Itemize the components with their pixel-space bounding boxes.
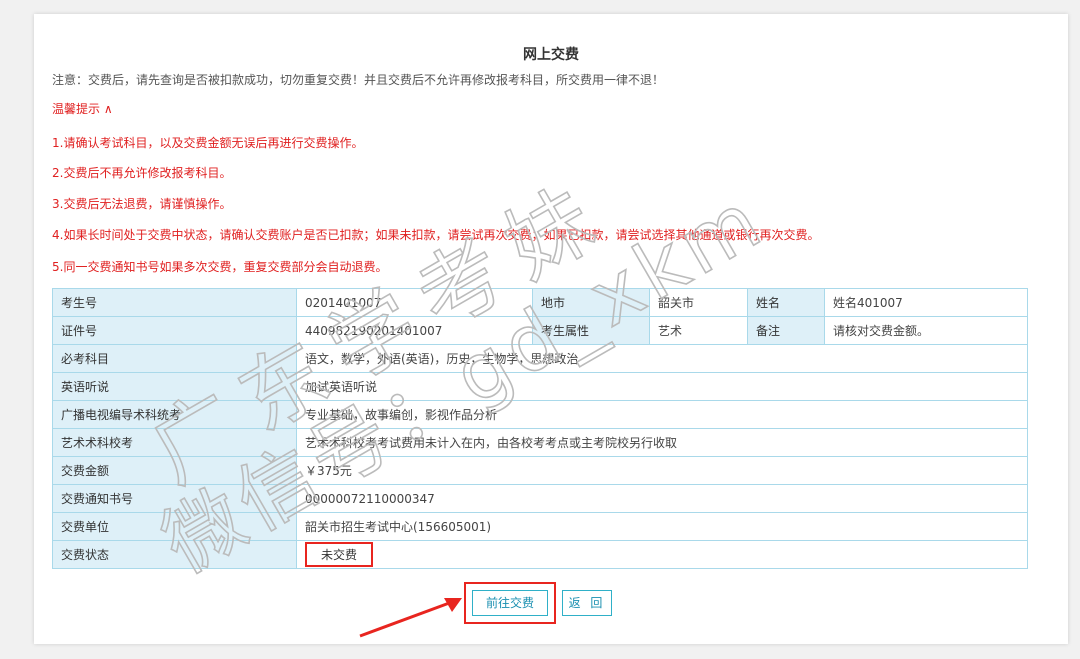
exam-no-label: 考生号 (52, 288, 297, 317)
broadcast-exam-value: 专业基础，故事编创，影视作品分析 (296, 400, 1028, 429)
payment-status-badge: 未交费 (305, 542, 374, 567)
tip-item: 3.交费后无法退费，请谨慎操作。 (52, 197, 232, 211)
status-label: 交费状态 (52, 540, 297, 569)
candidate-info-table: 考生号 0201401007 地市 韶关市 姓名 姓名401007 证件号 44… (52, 288, 1028, 569)
page-title: 网上交费 (523, 47, 579, 63)
unit-value: 韶关市招生考试中心(156605001) (296, 512, 1028, 541)
name-value: 姓名401007 (824, 288, 1028, 317)
tip-item: 1.请确认考试科目，以及交费金额无误后再进行交费操作。 (52, 136, 364, 150)
attr-value: 艺术 (649, 316, 748, 345)
table-row: 广播电视编导术科统考 专业基础，故事编创，影视作品分析 (52, 400, 1028, 429)
required-subjects-label: 必考科目 (52, 344, 297, 373)
unit-label: 交费单位 (52, 512, 297, 541)
notice-no-value: 00000072110000347 (296, 484, 1028, 513)
required-subjects-value: 语文，数学，外语(英语)，历史，生物学，思想政治 (296, 344, 1028, 373)
notice-no-label: 交费通知书号 (52, 484, 297, 513)
remark-value: 请核对交费金额。 (824, 316, 1028, 345)
exam-no-value: 0201401007 (296, 288, 533, 317)
go-pay-button[interactable]: 前往交费 (472, 590, 548, 616)
broadcast-exam-label: 广播电视编导术科统考 (52, 400, 297, 429)
payment-notice: 注意：交费后，请先查询是否被扣款成功，切勿重复交费！并且交费后不允许再修改报考科… (52, 73, 665, 87)
attr-label: 考生属性 (532, 316, 650, 345)
tips-toggle[interactable]: 温馨提示 ∧ (52, 100, 113, 117)
table-row: 交费金额 ￥375元 (52, 456, 1028, 485)
table-row: 交费单位 韶关市招生考试中心(156605001) (52, 512, 1028, 541)
back-button[interactable]: 返 回 (562, 590, 612, 616)
listening-label: 英语听说 (52, 372, 297, 401)
table-row: 交费通知书号 00000072110000347 (52, 484, 1028, 513)
city-label: 地市 (532, 288, 650, 317)
table-row: 艺术术科校考 艺术术科校考考试费用未计入在内，由各校考考点或主考院校另行收取 (52, 428, 1028, 457)
table-row: 必考科目 语文，数学，外语(英语)，历史，生物学，思想政治 (52, 344, 1028, 373)
status-cell: 未交费 (296, 540, 1028, 569)
table-row: 证件号 440982190201401007 考生属性 艺术 备注 请核对交费金… (52, 316, 1028, 345)
pointer-arrow-icon (359, 598, 462, 638)
listening-value: 加试英语听说 (296, 372, 1028, 401)
amount-label: 交费金额 (52, 456, 297, 485)
tip-item: 2.交费后不再允许修改报考科目。 (52, 166, 232, 180)
tip-item: 4.如果长时间处于交费中状态，请确认交费账户是否已扣款；如果未扣款，请尝试再次交… (52, 228, 820, 242)
table-row: 英语听说 加试英语听说 (52, 372, 1028, 401)
remark-label: 备注 (747, 316, 825, 345)
name-label: 姓名 (747, 288, 825, 317)
table-row: 考生号 0201401007 地市 韶关市 姓名 姓名401007 (52, 288, 1028, 317)
art-school-exam-label: 艺术术科校考 (52, 428, 297, 457)
id-value: 440982190201401007 (296, 316, 533, 345)
amount-value: ￥375元 (296, 456, 1028, 485)
table-row: 交费状态 未交费 (52, 540, 1028, 569)
art-school-exam-value: 艺术术科校考考试费用未计入在内，由各校考考点或主考院校另行收取 (296, 428, 1028, 457)
city-value: 韶关市 (649, 288, 748, 317)
id-label: 证件号 (52, 316, 297, 345)
tip-item: 5.同一交费通知书号如果多次交费，重复交费部分会自动退费。 (52, 260, 388, 274)
payment-card: 网上交费 注意：交费后，请先查询是否被扣款成功，切勿重复交费！并且交费后不允许再… (34, 14, 1068, 644)
